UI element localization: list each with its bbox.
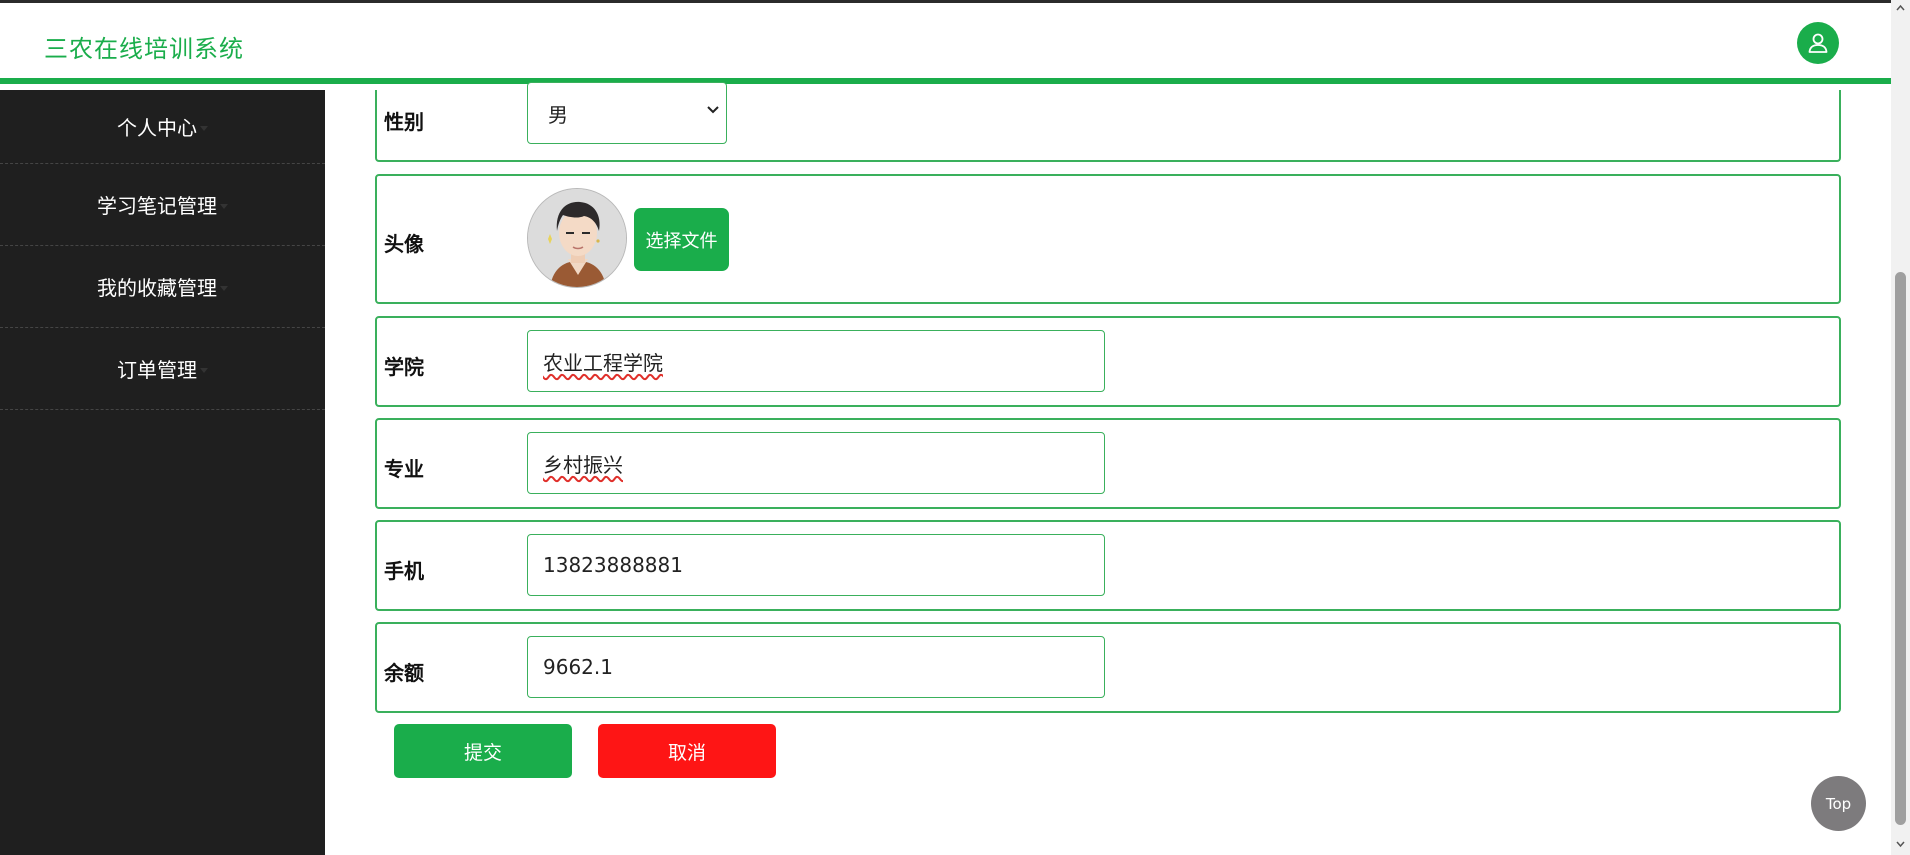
sidebar-item-orders[interactable]: 订单管理 — [0, 328, 325, 410]
page-scrollbar[interactable] — [1891, 0, 1910, 855]
avatar-label: 头像 — [384, 232, 424, 256]
scroll-down-arrow-icon[interactable] — [1896, 840, 1905, 848]
college-input-value: 农业工程学院 — [543, 350, 663, 375]
chevron-down-icon — [707, 106, 719, 114]
gender-select[interactable]: 男 — [527, 82, 727, 144]
sidebar-item-label: 学习笔记管理 — [97, 194, 217, 218]
app-window: 三农在线培训系统 个人中心 学习笔记管理 我的收藏管理 订单管理 性别 男 头像… — [0, 0, 1910, 855]
back-to-top-button[interactable]: Top — [1811, 776, 1866, 831]
gender-row: 性别 男 — [375, 82, 1841, 162]
choose-file-button[interactable]: 选择文件 — [634, 208, 729, 271]
major-input[interactable]: 乡村振兴 — [527, 432, 1105, 494]
college-input[interactable]: 农业工程学院 — [527, 330, 1105, 392]
balance-input[interactable] — [527, 636, 1105, 698]
avatar-row: 头像 选择文件 — [375, 174, 1841, 304]
phone-input[interactable] — [527, 534, 1105, 596]
major-input-value: 乡村振兴 — [543, 452, 623, 477]
sidebar-item-study-notes[interactable]: 学习笔记管理 — [0, 164, 325, 246]
top-header: 三农在线培训系统 — [0, 3, 1891, 84]
sidebar-item-label: 个人中心 — [117, 116, 197, 140]
sidebar: 个人中心 学习笔记管理 我的收藏管理 订单管理 — [0, 90, 325, 855]
major-row: 专业 乡村振兴 — [375, 418, 1841, 509]
sidebar-item-favorites[interactable]: 我的收藏管理 — [0, 246, 325, 328]
submit-button[interactable]: 提交 — [394, 724, 572, 778]
avatar-illustration — [528, 189, 626, 287]
avatar — [527, 188, 627, 288]
sidebar-item-label: 订单管理 — [117, 358, 197, 382]
user-icon — [1808, 33, 1828, 53]
sidebar-item-personal-center[interactable]: 个人中心 — [0, 90, 325, 164]
user-menu-button[interactable] — [1797, 22, 1839, 64]
gender-label: 性别 — [384, 110, 424, 134]
sidebar-item-label: 我的收藏管理 — [97, 276, 217, 300]
caret-down-icon — [220, 204, 228, 209]
balance-label: 余额 — [384, 661, 424, 685]
phone-label: 手机 — [384, 559, 424, 583]
scrollbar-thumb[interactable] — [1895, 272, 1906, 825]
caret-down-icon — [200, 126, 208, 131]
college-label: 学院 — [384, 355, 424, 379]
caret-down-icon — [200, 368, 208, 373]
profile-form: 性别 男 头像 选择文件 学院 农业工程学院 专业 乡村振兴 手机 138238… — [325, 82, 1891, 855]
major-label: 专业 — [384, 457, 424, 481]
app-title: 三农在线培训系统 — [44, 35, 244, 63]
phone-row: 手机 — [375, 520, 1841, 611]
caret-down-icon — [220, 286, 228, 291]
college-row: 学院 农业工程学院 — [375, 316, 1841, 407]
balance-row: 余额 — [375, 622, 1841, 713]
gender-select-value: 男 — [548, 102, 568, 127]
cancel-button[interactable]: 取消 — [598, 724, 776, 778]
scroll-up-arrow-icon[interactable] — [1896, 4, 1905, 12]
